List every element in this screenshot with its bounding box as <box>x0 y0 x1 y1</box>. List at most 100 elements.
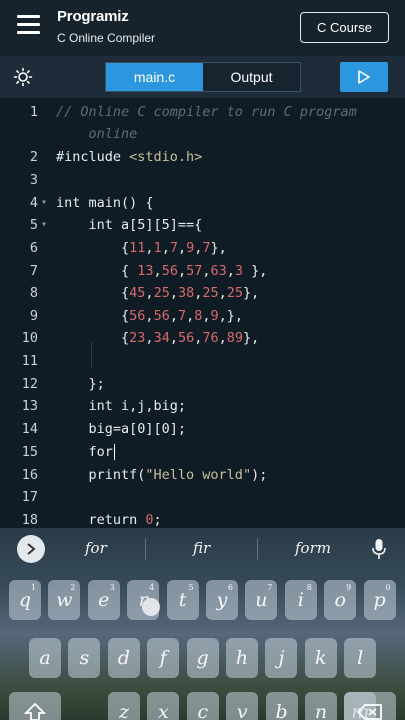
tab-output[interactable]: Output <box>203 63 300 91</box>
text-cursor <box>113 444 115 460</box>
touch-indicator <box>142 598 160 616</box>
divider <box>257 538 258 560</box>
suggestion-bar: for fir form <box>0 528 405 570</box>
line-number: 7 <box>29 263 38 279</box>
menu-icon[interactable] <box>17 15 40 35</box>
code-line[interactable]: 10 {23,34,56,76,89}, <box>0 327 405 349</box>
key-v[interactable]: v <box>226 692 259 720</box>
sun-icon[interactable] <box>13 67 33 87</box>
suggestion-3[interactable]: form <box>295 539 331 557</box>
app-header: Programiz C Online Compiler C Course <box>0 0 405 56</box>
key-w[interactable]: w2 <box>48 580 81 620</box>
line-number: 17 <box>21 489 38 505</box>
run-button[interactable] <box>340 62 388 92</box>
logo: Programiz <box>57 8 129 25</box>
suggestion-2[interactable]: fir <box>193 539 210 557</box>
key-s[interactable]: s <box>68 638 101 678</box>
key-q[interactable]: q1 <box>9 580 41 620</box>
code-text: {56,56,7,8,9,}, <box>56 308 244 324</box>
line-number: 4 <box>29 195 38 211</box>
key-i[interactable]: i8 <box>284 580 317 620</box>
key-z[interactable]: z <box>108 692 140 720</box>
shift-key[interactable] <box>9 692 61 720</box>
expand-suggestions-button[interactable] <box>17 535 45 563</box>
key-f[interactable]: f <box>147 638 180 678</box>
key-o[interactable]: o9 <box>324 580 357 620</box>
brand: Programiz C Online Compiler <box>57 8 155 45</box>
code-line[interactable]: 12 }; <box>0 373 405 395</box>
code-text: {11,1,7,9,7}, <box>56 240 227 256</box>
divider <box>145 538 146 560</box>
backspace-icon <box>357 704 382 720</box>
fold-arrow-icon[interactable]: ▾ <box>41 214 47 236</box>
code-text: { 13,56,57,63,3 }, <box>56 263 268 279</box>
line-number: 11 <box>21 353 38 369</box>
key-t[interactable]: t5 <box>166 580 199 620</box>
key-c[interactable]: c <box>186 692 219 720</box>
key-hint: 6 <box>227 583 233 592</box>
code-line[interactable]: 13 int i,j,big; <box>0 395 405 417</box>
backspace-key[interactable] <box>344 692 396 720</box>
code-line[interactable]: 2 #include <stdio.h> <box>0 146 405 168</box>
key-l[interactable]: l <box>344 638 377 678</box>
code-text: printf("Hello world"); <box>56 467 268 483</box>
key-g[interactable]: g <box>186 638 219 678</box>
key-a[interactable]: a <box>29 638 61 678</box>
key-hint: 3 <box>109 583 115 592</box>
key-h[interactable]: h <box>226 638 258 678</box>
code-text: {45,25,38,25,25}, <box>56 285 260 301</box>
key-u[interactable]: u7 <box>245 580 278 620</box>
code-text: big=a[0][0]; <box>56 421 187 437</box>
code-line[interactable]: online <box>0 123 405 145</box>
code-text: online <box>56 126 138 142</box>
key-p[interactable]: p0 <box>363 580 396 620</box>
microphone-icon[interactable] <box>372 538 386 560</box>
code-line[interactable]: 6 {11,1,7,9,7}, <box>0 237 405 259</box>
c-course-button[interactable]: C Course <box>300 12 389 43</box>
code-line[interactable]: 9 {56,56,7,8,9,}, <box>0 305 405 327</box>
tab-main-c[interactable]: main.c <box>106 63 203 91</box>
code-editor[interactable]: 1 // Online C compiler to run C program o… <box>0 98 405 528</box>
key-e[interactable]: e3 <box>87 580 120 620</box>
code-text: int i,j,big; <box>56 398 187 414</box>
line-number: 10 <box>21 330 38 346</box>
code-line[interactable]: 14 big=a[0][0]; <box>0 418 405 440</box>
suggestion-1[interactable]: for <box>85 539 107 557</box>
key-x[interactable]: x <box>147 692 180 720</box>
line-number: 3 <box>29 172 38 188</box>
key-hint: 2 <box>70 583 76 592</box>
code-line[interactable]: 17 <box>0 486 405 508</box>
fold-arrow-icon[interactable]: ▾ <box>41 192 47 214</box>
code-text: for <box>56 444 115 460</box>
line-number: 16 <box>21 467 38 483</box>
key-hint: 7 <box>267 583 273 592</box>
code-line[interactable]: 7 { 13,56,57,63,3 }, <box>0 260 405 282</box>
editor-toolbar: main.c Output <box>0 56 405 98</box>
code-line[interactable]: 18 return 0; <box>0 509 405 528</box>
code-line[interactable]: 11 <box>0 350 405 372</box>
code-line[interactable]: 4 ▾ int main() { <box>0 192 405 214</box>
key-d[interactable]: d <box>107 638 140 678</box>
code-line[interactable]: 3 <box>0 169 405 191</box>
key-k[interactable]: k <box>304 638 337 678</box>
key-y[interactable]: y6 <box>206 580 238 620</box>
key-hint: 9 <box>346 583 352 592</box>
app-title: C Online Compiler <box>57 31 156 45</box>
code-line[interactable]: 16 printf("Hello world"); <box>0 464 405 486</box>
key-j[interactable]: j <box>265 638 298 678</box>
line-number: 8 <box>29 285 38 301</box>
file-tabs: main.c Output <box>105 62 301 92</box>
code-text: #include <stdio.h> <box>56 149 203 165</box>
code-line[interactable]: 5 ▾ int a[5][5]=={ <box>0 214 405 236</box>
code-text: return 0; <box>56 512 162 528</box>
code-line[interactable]: 8 {45,25,38,25,25}, <box>0 282 405 304</box>
code-text: }; <box>56 376 105 392</box>
code-line[interactable]: 1 // Online C compiler to run C program <box>0 101 405 123</box>
chevron-right-icon <box>27 543 36 555</box>
line-number: 2 <box>29 149 38 165</box>
code-text: int a[5][5]=={ <box>56 217 203 233</box>
key-hint: 8 <box>306 583 312 592</box>
code-line[interactable]: 15 for <box>0 441 405 463</box>
key-n[interactable]: n <box>305 692 337 720</box>
key-b[interactable]: b <box>265 692 298 720</box>
